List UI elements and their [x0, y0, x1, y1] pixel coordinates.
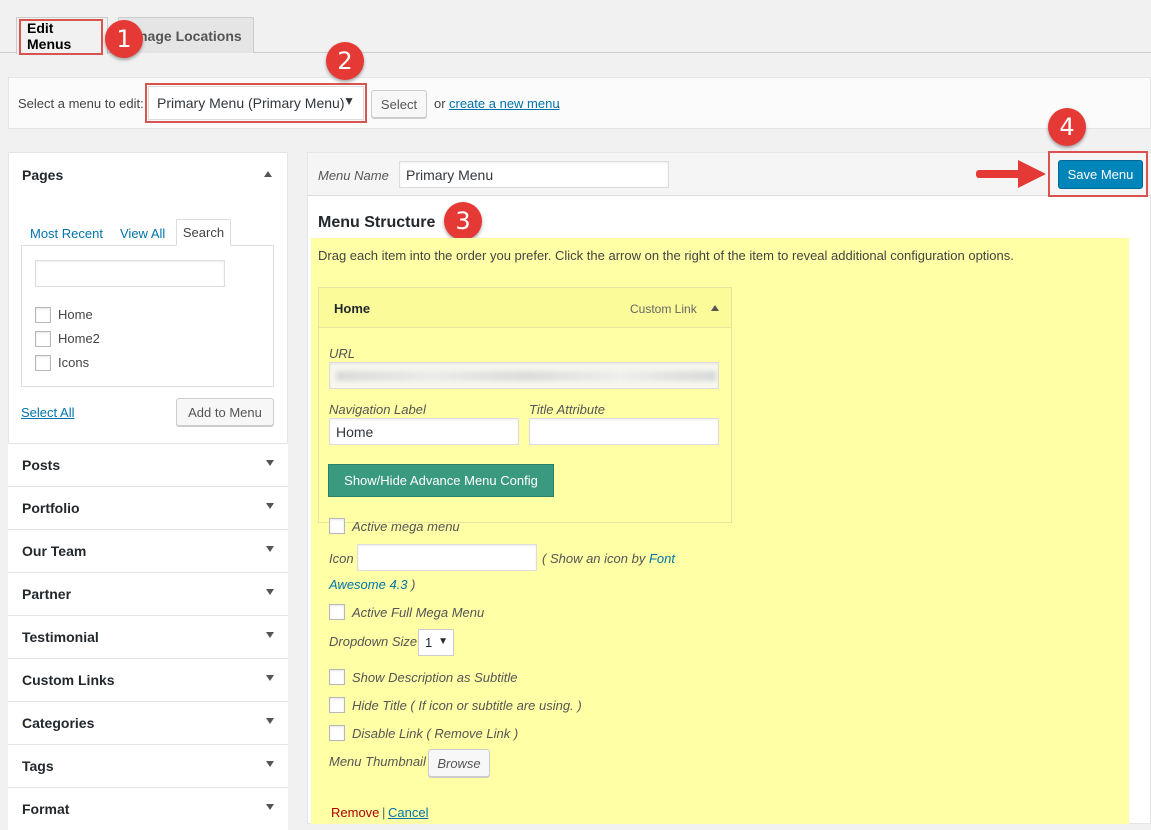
link-separator: | [382, 805, 386, 820]
url-blurred-text [336, 370, 716, 381]
full-mega-label: Active Full Mega Menu [352, 605, 485, 620]
expand-arrow-icon [266, 804, 274, 810]
add-to-menu-button[interactable]: Add to Menu [176, 398, 274, 426]
hide-title-label: Hide Title ( If icon or subtitle are usi… [352, 698, 582, 713]
navigation-label-label: Navigation Label [329, 402, 426, 417]
dropdown-size-select[interactable]: 1 ▼ [418, 629, 454, 656]
dropdown-size-label: Dropdown Size [329, 634, 418, 649]
tab-view-all[interactable]: View All [120, 226, 165, 241]
icon-input[interactable] [357, 544, 537, 571]
font-awesome-link-2[interactable]: Awesome 4.3 [329, 577, 408, 592]
hide-title-checkbox[interactable] [329, 697, 345, 713]
url-input[interactable] [329, 362, 719, 389]
step-marker-4: 4 [1048, 108, 1086, 146]
menu-thumbnail-label: Menu Thumbnail [329, 754, 426, 769]
expand-arrow-icon [266, 589, 274, 595]
menu-item-title: Home [334, 301, 371, 316]
page-checkbox-icons[interactable] [35, 355, 51, 371]
expand-arrow-icon [266, 675, 274, 681]
active-mega-label: Active mega menu [352, 519, 460, 534]
section-our-team[interactable]: Our Team [8, 529, 288, 572]
highlight-box-select [145, 83, 367, 123]
disable-link-label: Disable Link ( Remove Link ) [352, 726, 519, 741]
expand-arrow-icon [266, 761, 274, 767]
highlight-box-tab [19, 19, 103, 55]
section-testimonial[interactable]: Testimonial [8, 615, 288, 658]
menu-item-type: Custom Link [630, 302, 697, 316]
tab-search[interactable]: Search [176, 219, 231, 246]
browse-button[interactable]: Browse [428, 749, 490, 777]
icon-label: Icon [329, 551, 354, 566]
select-button[interactable]: Select [371, 90, 427, 118]
show-description-label: Show Description as Subtitle [352, 670, 518, 685]
section-tags[interactable]: Tags [8, 744, 288, 787]
save-menu-button[interactable]: Save Menu [1058, 160, 1143, 189]
or-text: or [434, 96, 446, 111]
tab-most-recent[interactable]: Most Recent [30, 226, 103, 241]
expand-arrow-icon [266, 632, 274, 638]
show-description-checkbox[interactable] [329, 669, 345, 685]
page-checkbox-home2[interactable] [35, 331, 51, 347]
step-marker-1: 1 [105, 20, 143, 58]
search-pages-input[interactable] [35, 260, 225, 287]
expand-arrow-icon [266, 503, 274, 509]
section-portfolio[interactable]: Portfolio [8, 486, 288, 529]
page-label-icons: Icons [58, 355, 90, 370]
title-attribute-label: Title Attribute [529, 402, 605, 417]
step-marker-2: 2 [326, 42, 364, 80]
menu-structure-title: Menu Structure [318, 214, 436, 231]
section-categories[interactable]: Categories [8, 701, 288, 744]
dropdown-size-value: 1 [425, 635, 433, 650]
icon-hint-continued: Awesome 4.3 ) [329, 577, 416, 592]
expand-arrow-icon [266, 546, 274, 552]
remove-link[interactable]: Remove [331, 805, 379, 820]
cancel-link[interactable]: Cancel [388, 805, 428, 820]
collapse-item-arrow-icon[interactable] [711, 305, 719, 311]
pages-section-title[interactable]: Pages [22, 167, 63, 183]
select-all-link[interactable]: Select All [21, 405, 74, 420]
page-label-home: Home [58, 307, 93, 322]
font-awesome-link[interactable]: Font [649, 551, 675, 566]
menu-name-label: Menu Name [318, 168, 389, 183]
section-partner[interactable]: Partner [8, 572, 288, 615]
section-posts[interactable]: Posts [8, 443, 288, 486]
step-marker-3: 3 [444, 202, 482, 240]
pointer-arrow-icon [976, 160, 1046, 188]
title-attribute-input[interactable] [529, 418, 719, 445]
menu-instructions: Drag each item into the order you prefer… [318, 248, 1014, 263]
page-label-home2: Home2 [58, 331, 100, 346]
page-checkbox-home[interactable] [35, 307, 51, 323]
expand-arrow-icon [266, 718, 274, 724]
collapse-arrow-icon[interactable] [264, 171, 272, 177]
active-mega-checkbox[interactable] [329, 518, 345, 534]
create-new-menu-link[interactable]: create a new menu [449, 96, 560, 111]
tab-manage-locations-label: nage Locations [139, 27, 242, 44]
chevron-down-icon: ▼ [438, 636, 448, 647]
section-custom-links[interactable]: Custom Links [8, 658, 288, 701]
advance-config-button[interactable]: Show/Hide Advance Menu Config [328, 464, 554, 497]
navigation-label-input[interactable]: Home [329, 418, 519, 445]
full-mega-checkbox[interactable] [329, 604, 345, 620]
menu-name-input[interactable]: Primary Menu [399, 161, 669, 188]
expand-arrow-icon [266, 460, 274, 466]
disable-link-checkbox[interactable] [329, 725, 345, 741]
select-menu-label: Select a menu to edit: [18, 96, 144, 111]
period-text: . [557, 96, 561, 111]
icon-hint: ( Show an icon by Font [542, 551, 675, 566]
url-label: URL [329, 346, 356, 361]
